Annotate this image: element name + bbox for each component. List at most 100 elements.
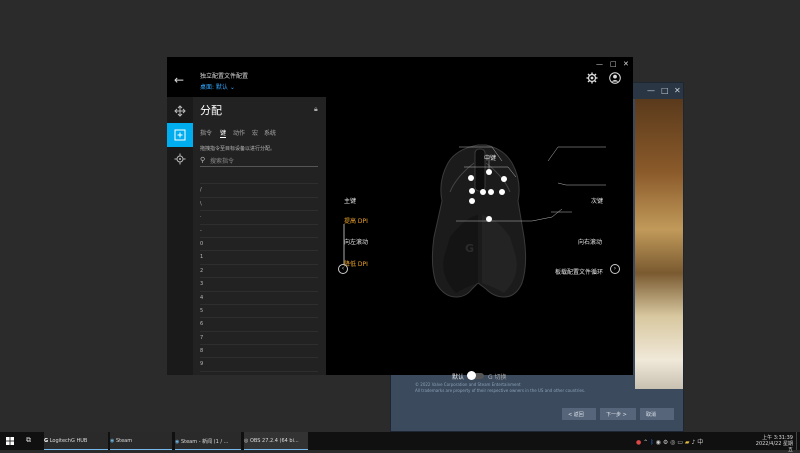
profile-selector[interactable]: 桌面: 默认 ⌄ xyxy=(200,82,235,91)
steam-icon: ◉ xyxy=(175,439,180,445)
tray-icon[interactable]: ◎ xyxy=(670,439,675,446)
move-arrows-icon xyxy=(174,105,186,117)
tab-macros[interactable]: 宏 xyxy=(252,128,258,137)
panel-title: 分配 xyxy=(200,104,222,117)
tab-commands[interactable]: 指令 xyxy=(200,128,212,137)
chevron-left-icon: ‹ xyxy=(341,265,345,272)
desktop: — □ ✕ © 2022 Valve Corporation and Steam… xyxy=(0,0,800,432)
taskbar-item-ghub[interactable]: G LogitechG HUB xyxy=(44,432,108,450)
copyright-line-1: © 2022 Valve Corporation and Steam Enter… xyxy=(415,382,521,387)
close-icon[interactable]: ✕ xyxy=(623,60,629,68)
back-button[interactable]: < 返回 xyxy=(562,408,596,420)
label-profile-cycle[interactable]: 板载配置文件循环 xyxy=(555,267,603,276)
network-icon[interactable]: ▭ xyxy=(677,439,683,446)
add-square-icon xyxy=(174,129,186,141)
rail-assignments[interactable] xyxy=(167,123,193,147)
key-item[interactable]: - xyxy=(200,225,318,238)
taskbar-item-label: Steam xyxy=(115,438,133,444)
toggle-right-label: G 切换 xyxy=(488,374,507,381)
prev-view-button[interactable]: ‹ xyxy=(338,264,348,274)
tab-keys[interactable]: 键 xyxy=(220,128,226,137)
rail-lighting[interactable] xyxy=(167,99,193,123)
key-item[interactable]: 9 xyxy=(200,358,318,372)
system-tray: ● ⌃ ᛒ ◉ ⚙ ◎ ▭ ▰ ♪ 中 xyxy=(636,437,703,446)
taskbar-item-steam-news[interactable]: ◉ Steam - 新闻 (1 / ... xyxy=(175,432,241,450)
profile-title: 独立配置文件配置 xyxy=(200,73,249,80)
next-view-button[interactable]: › xyxy=(610,264,620,274)
clock-date: 2022/4/22 星期五 xyxy=(755,441,793,453)
chevron-right-icon: › xyxy=(613,265,617,272)
key-item[interactable]: 4 xyxy=(200,292,318,305)
key-item[interactable] xyxy=(200,171,318,185)
task-view-icon[interactable]: ⧉ xyxy=(26,436,31,445)
tray-icon[interactable]: ◉ xyxy=(656,439,661,446)
chevron-up-icon[interactable]: ⌃ xyxy=(643,439,648,446)
settings-gear-icon[interactable] xyxy=(586,72,598,84)
key-item[interactable]: 6 xyxy=(200,318,318,332)
label-scroll-right[interactable]: 向右滚动 xyxy=(578,237,602,246)
search-icon: ⚲ xyxy=(200,156,206,164)
key-item[interactable]: 0 xyxy=(200,238,318,252)
mouse-stage: G 中键 主键 次键 提高 DPI 向左滚动 向右滚动 降低 DPI 板载配置文… xyxy=(326,97,633,381)
toggle-left-label: 默认 xyxy=(452,374,465,381)
search-box[interactable]: ⚲ xyxy=(200,156,318,167)
rail-sensitivity[interactable] xyxy=(167,147,193,171)
taskbar-item-steam[interactable]: ◉ Steam xyxy=(110,432,172,450)
copyright-line-2: All trademarks are property of their res… xyxy=(415,388,586,393)
label-dpi-up[interactable]: 提高 DPI xyxy=(344,216,368,225)
key-item[interactable]: 7 xyxy=(200,332,318,346)
label-primary-button[interactable]: 主键 xyxy=(344,196,356,205)
maximize-icon[interactable]: □ xyxy=(661,86,669,95)
key-item[interactable]: · xyxy=(200,211,318,225)
tray-icon[interactable]: ⚙ xyxy=(663,439,668,446)
close-icon[interactable]: ✕ xyxy=(674,86,681,95)
key-item[interactable]: 5 xyxy=(200,305,318,319)
ghub-titlebar: — □ ✕ ← 独立配置文件配置 桌面: 默认 ⌄ xyxy=(167,57,633,97)
toggle-knob[interactable] xyxy=(467,371,476,380)
taskbar-item-obs[interactable]: ◎ OBS 27.2.4 (64 bi... xyxy=(244,432,308,450)
obs-icon: ◎ xyxy=(244,438,249,444)
ime-icon[interactable]: 中 xyxy=(697,439,703,446)
mode-toggle[interactable]: 默认 G 切换 xyxy=(452,371,522,382)
user-account-icon[interactable] xyxy=(609,72,621,84)
key-item[interactable]: / xyxy=(200,184,318,198)
steam-icon: ◉ xyxy=(110,438,115,444)
mouse-diagram: G xyxy=(431,144,606,298)
cancel-button[interactable]: 取消 xyxy=(640,408,674,420)
key-list: / \ · - 0 1 2 3 4 5 6 7 8 9 xyxy=(200,171,318,372)
key-item[interactable]: \ xyxy=(200,198,318,212)
svg-text:G: G xyxy=(465,242,474,255)
tab-actions[interactable]: 动作 xyxy=(233,128,245,137)
windows-start-icon[interactable] xyxy=(6,437,14,445)
taskbar-item-label: LogitechG HUB xyxy=(49,438,88,444)
label-secondary-button[interactable]: 次键 xyxy=(591,196,603,205)
maximize-icon[interactable]: □ xyxy=(610,60,617,68)
show-desktop-button[interactable] xyxy=(796,432,800,450)
folder-icon[interactable]: ▰ xyxy=(685,439,690,446)
tray-app-icon[interactable]: ● xyxy=(636,439,641,446)
label-scroll-left[interactable]: 向左滚动 xyxy=(344,237,368,246)
minimize-icon[interactable]: — xyxy=(647,86,655,95)
taskbar: ⧉ G LogitechG HUB ◉ Steam ◉ Steam - 新闻 (… xyxy=(0,432,800,453)
logitech-g-icon: G xyxy=(44,438,49,444)
search-input[interactable] xyxy=(210,156,310,166)
key-item[interactable]: 3 xyxy=(200,278,318,292)
next-button[interactable]: 下一步 > xyxy=(600,408,636,420)
volume-icon[interactable]: ♪ xyxy=(691,439,695,446)
assignments-panel: 分配 🔒︎ 指令 键 动作 宏 系统 拖拽指令至目标设备以进行分配。 ⚲ / \… xyxy=(193,97,345,375)
bluetooth-icon[interactable]: ᛒ xyxy=(650,439,654,446)
drag-hint: 拖拽指令至目标设备以进行分配。 xyxy=(200,146,276,152)
back-arrow-icon[interactable]: ← xyxy=(174,73,184,87)
lock-icon[interactable]: 🔒︎ xyxy=(314,105,318,114)
ghub-window: — □ ✕ ← 独立配置文件配置 桌面: 默认 ⌄ 分配 🔒︎ 指令 键 动作 … xyxy=(167,57,633,381)
key-item[interactable]: 1 xyxy=(200,251,318,265)
taskbar-item-label: Steam - 新闻 (1 / ... xyxy=(180,439,229,445)
tab-system[interactable]: 系统 xyxy=(264,128,276,137)
left-rail xyxy=(167,97,193,375)
label-middle-button[interactable]: 中键 xyxy=(484,153,496,162)
key-item[interactable]: 8 xyxy=(200,345,318,359)
system-clock[interactable]: 上午 3:31:39 2022/4/22 星期五 xyxy=(755,435,793,453)
crosshair-icon xyxy=(174,153,186,165)
minimize-icon[interactable]: — xyxy=(596,60,603,68)
key-item[interactable]: 2 xyxy=(200,265,318,279)
